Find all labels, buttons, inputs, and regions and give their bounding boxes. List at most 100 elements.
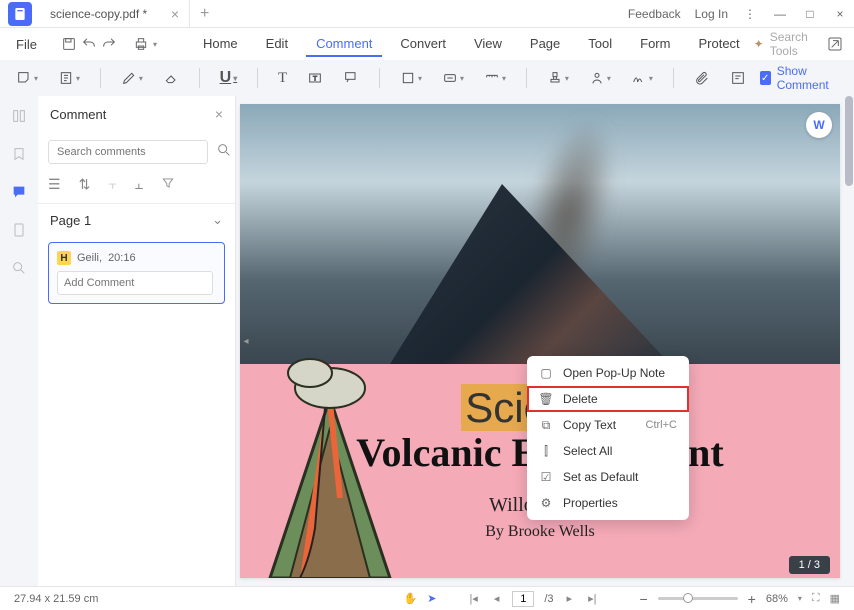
gear-icon: ⚙	[539, 496, 553, 510]
ctx-properties[interactable]: ⚙ Properties	[527, 490, 689, 516]
bookmark-icon[interactable]	[9, 144, 29, 164]
total-pages: /3	[544, 593, 553, 605]
thumbnails-icon[interactable]	[9, 106, 29, 126]
comment-icon[interactable]	[9, 182, 29, 202]
zoom-value[interactable]: 68%	[766, 593, 788, 605]
checkbox-icon: ☑	[539, 470, 553, 484]
panel-collapse-handle[interactable]: ◂	[242, 330, 250, 352]
zoom-in-button[interactable]: +	[748, 591, 756, 607]
title-bar: science-copy.pdf * × + Feedback Log In ⋮…	[0, 0, 854, 28]
callout-tool[interactable]	[337, 66, 365, 90]
checkbox-checked-icon: ✓	[760, 71, 771, 85]
print-icon[interactable]	[133, 33, 149, 55]
kebab-menu-icon[interactable]: ⋮	[742, 6, 758, 22]
menu-page[interactable]: Page	[520, 32, 570, 57]
panel-close-icon[interactable]: ×	[215, 106, 223, 122]
share-icon[interactable]	[824, 33, 846, 55]
zoom-slider[interactable]	[658, 597, 738, 600]
next-page-button[interactable]: ▸	[564, 592, 576, 605]
word-export-badge-icon[interactable]: W	[806, 112, 832, 138]
prev-page-button[interactable]: ◂	[491, 592, 503, 605]
divider	[673, 68, 674, 88]
vertical-scrollbar[interactable]	[845, 96, 853, 186]
minimize-icon[interactable]: —	[772, 6, 788, 22]
print-dropdown-icon[interactable]: ▾	[153, 33, 157, 55]
divider	[199, 68, 200, 88]
first-page-button[interactable]: |◂	[466, 592, 480, 605]
zoom-out-button[interactable]: −	[639, 591, 647, 607]
select-tool-icon[interactable]: ➤	[427, 592, 436, 605]
context-menu: ▢ Open Pop-Up Note 🗑 Delete ⧉ Copy Text …	[527, 356, 689, 520]
comment-options-tool[interactable]	[724, 66, 752, 90]
ctx-open-popup-note[interactable]: ▢ Open Pop-Up Note	[527, 360, 689, 386]
comment-card[interactable]: H Geili, 20:16	[48, 242, 225, 304]
ctx-copy-text[interactable]: ⧉ Copy Text Ctrl+C	[527, 412, 689, 438]
login-link[interactable]: Log In	[695, 7, 728, 21]
highlight-tool[interactable]: ▾	[52, 66, 86, 90]
menu-convert[interactable]: Convert	[390, 32, 456, 57]
stamp-approved-tool[interactable]: ▾	[436, 66, 470, 90]
volcano-illustration	[240, 348, 420, 578]
menu-form[interactable]: Form	[630, 32, 680, 57]
menu-tool[interactable]: Tool	[578, 32, 622, 57]
redo-icon[interactable]	[101, 33, 117, 55]
fit-page-icon[interactable]: ⛶	[812, 592, 820, 605]
divider	[100, 68, 101, 88]
divider	[526, 68, 527, 88]
collapse-all-icon[interactable]: ⫠	[135, 176, 143, 193]
note-tool[interactable]: ▾	[10, 66, 44, 90]
maximize-icon[interactable]: □	[802, 6, 818, 22]
search-comments-input[interactable]	[48, 140, 208, 164]
sort-icon[interactable]: ⇅	[79, 176, 91, 193]
filter-icon[interactable]	[161, 176, 175, 193]
shape-tool[interactable]: ▾	[394, 66, 428, 90]
ctx-delete[interactable]: 🗑 Delete	[527, 386, 689, 412]
attachment-tool[interactable]	[688, 66, 716, 90]
save-icon[interactable]	[61, 33, 77, 55]
file-menu[interactable]: File	[8, 33, 45, 56]
undo-icon[interactable]	[81, 33, 97, 55]
menu-view[interactable]: View	[464, 32, 512, 57]
search-nav-icon[interactable]	[9, 258, 29, 278]
measure-tool[interactable]: ▾	[478, 66, 512, 90]
underline-tool[interactable]: U▾	[214, 65, 244, 91]
feedback-link[interactable]: Feedback	[628, 7, 681, 21]
menu-home[interactable]: Home	[193, 32, 248, 57]
last-page-button[interactable]: ▸|	[585, 592, 599, 605]
eraser-tool[interactable]	[157, 66, 185, 90]
list-view-icon[interactable]: ☰	[48, 176, 61, 193]
text-tool[interactable]: T	[272, 66, 293, 91]
pencil-tool[interactable]: ▾	[115, 66, 149, 90]
comment-time: 20:16	[108, 252, 136, 264]
panel-title: Comment	[50, 107, 106, 122]
hand-tool-icon[interactable]: ✋	[404, 592, 418, 605]
close-icon[interactable]: ×	[832, 6, 848, 22]
page-section-header[interactable]: Page 1 ⌄	[38, 203, 235, 236]
ctx-set-default[interactable]: ☑ Set as Default	[527, 464, 689, 490]
show-comment-toggle[interactable]: ✓ Show Comment	[760, 64, 844, 92]
ctx-select-all[interactable]: ⫿ Select All	[527, 438, 689, 464]
search-tools-input[interactable]: Search Tools	[770, 30, 808, 58]
select-all-icon: ⫿	[539, 444, 553, 458]
app-logo-icon	[8, 2, 32, 26]
document-tab[interactable]: science-copy.pdf * ×	[40, 0, 190, 28]
sign-tool[interactable]: ▾	[625, 66, 659, 90]
tab-title: science-copy.pdf *	[50, 7, 147, 21]
attachments-icon[interactable]	[9, 220, 29, 240]
menu-bar: File ▾ Home Edit Comment Convert View Pa…	[0, 28, 854, 60]
search-icon[interactable]	[216, 142, 232, 163]
expand-all-icon[interactable]: ⫟	[108, 176, 116, 193]
add-comment-input[interactable]	[57, 271, 213, 295]
stamp-tool[interactable]: ▾	[541, 66, 575, 90]
fit-width-icon[interactable]: ▦	[830, 592, 840, 605]
zoom-dropdown-icon[interactable]: ▾	[798, 594, 802, 603]
tab-close-icon[interactable]: ×	[171, 6, 179, 22]
menu-comment[interactable]: Comment	[306, 32, 382, 57]
menu-edit[interactable]: Edit	[256, 32, 298, 57]
comment-panel: Comment × ☰ ⇅ ⫟ ⫠ Page 1 ⌄ H Geili, 20:1…	[38, 96, 236, 586]
page-number-input[interactable]	[512, 591, 534, 607]
menu-protect[interactable]: Protect	[688, 32, 749, 57]
new-tab-button[interactable]: +	[190, 5, 219, 23]
textbox-tool[interactable]: T	[301, 66, 329, 90]
signature-tool[interactable]: ▾	[583, 66, 617, 90]
